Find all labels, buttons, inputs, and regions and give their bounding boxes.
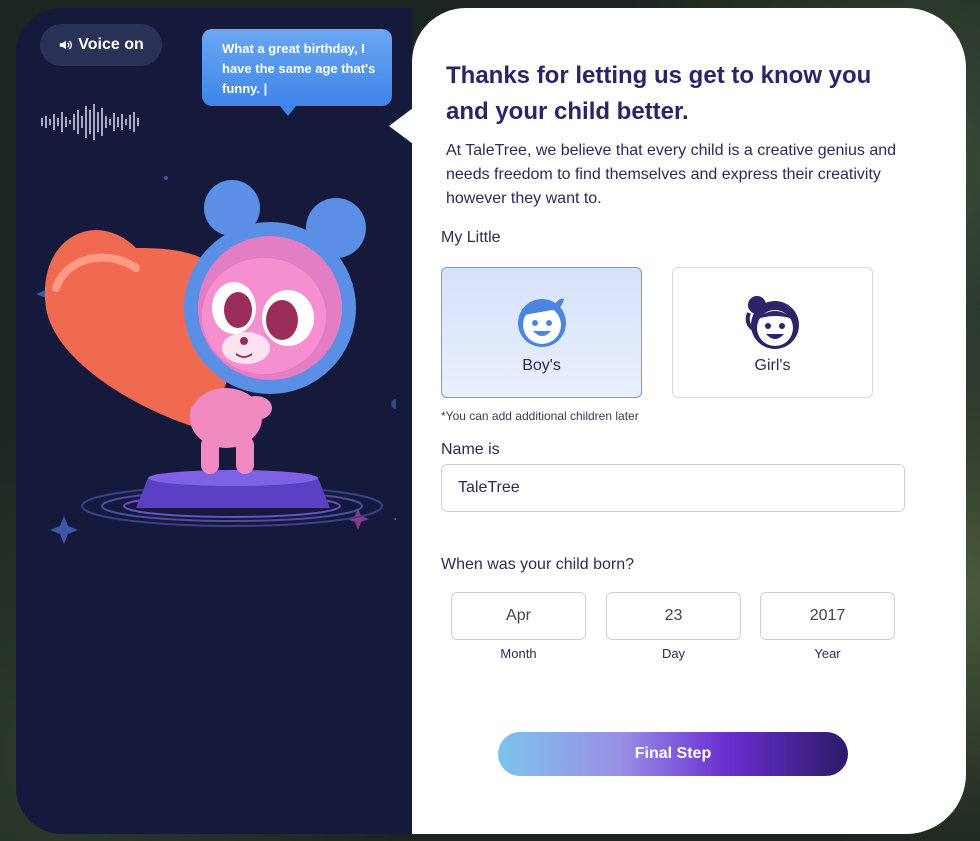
- speech-bubble: What a great birthday, I have the same a…: [202, 29, 392, 116]
- bear-character-illustration: [36, 176, 396, 544]
- panel-pointer: [389, 108, 413, 144]
- boy-face-icon: [517, 298, 566, 347]
- voice-label: Voice on: [78, 36, 144, 53]
- name-label: Name is: [441, 441, 500, 458]
- speaker-icon: [60, 40, 73, 50]
- birth-month-field[interactable]: Apr: [451, 592, 586, 640]
- left-panel: Voice on What a great birthday, I have t…: [16, 8, 412, 834]
- my-little-label: My Little: [441, 229, 501, 246]
- birth-day-field[interactable]: 23: [606, 592, 741, 640]
- girl-option[interactable]: Girl's: [672, 267, 873, 398]
- boy-option-label: Boy's: [522, 356, 561, 374]
- audio-waveform-icon: [41, 104, 139, 140]
- voice-toggle-button[interactable]: Voice on: [40, 24, 162, 66]
- birthdate-label: When was your child born?: [441, 556, 634, 573]
- month-caption: Month: [500, 646, 537, 661]
- girl-face-icon: [745, 295, 799, 349]
- additional-children-note: *You can add additional children later: [441, 409, 639, 423]
- final-step-button[interactable]: Final Step: [498, 732, 848, 776]
- child-name-input[interactable]: [441, 464, 905, 512]
- speech-bubble-text: What a great birthday, I have the same a…: [222, 41, 376, 96]
- form-title: Thanks for letting us get to know you an…: [446, 62, 872, 125]
- boy-option[interactable]: Boy's: [441, 267, 642, 398]
- year-caption: Year: [814, 646, 841, 661]
- birth-year-field[interactable]: 2017: [760, 592, 895, 640]
- girl-option-label: Girl's: [754, 356, 791, 374]
- day-caption: Day: [661, 646, 686, 661]
- form-intro: At TaleTree, we believe that every child…: [446, 142, 897, 207]
